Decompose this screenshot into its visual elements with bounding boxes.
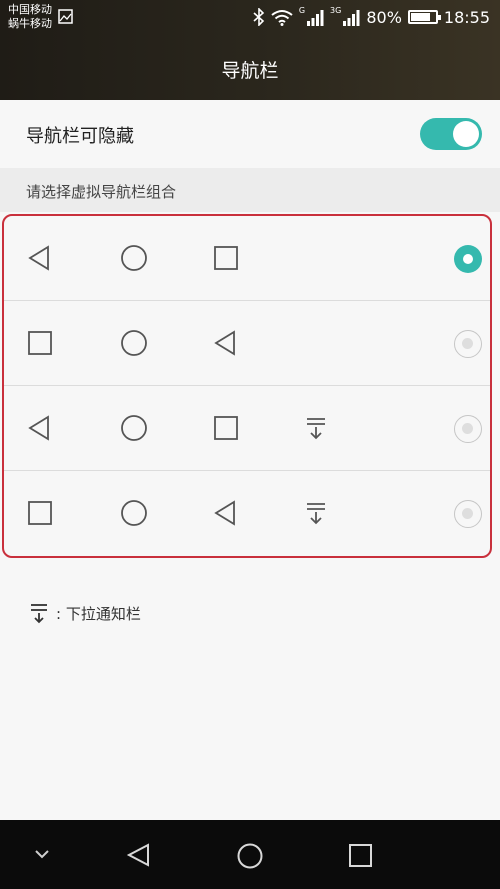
page-title: 导航栏 <box>221 60 279 82</box>
nav-combination-list <box>2 214 492 558</box>
hide-nav-chevron-icon[interactable] <box>34 848 50 860</box>
nav-back-icon[interactable] <box>126 842 152 868</box>
radio-unselected[interactable] <box>454 500 482 528</box>
signal-icon <box>343 9 360 26</box>
picture-icon <box>58 9 73 24</box>
notification-pull-icon <box>307 503 325 525</box>
back-icon <box>214 330 235 356</box>
switch-knob <box>453 121 479 147</box>
carrier-1: 中国移动 <box>8 3 52 16</box>
nav-recents-icon[interactable] <box>348 843 374 869</box>
back-icon <box>214 500 235 526</box>
nav-option-row[interactable] <box>4 301 490 386</box>
radio-selected[interactable] <box>454 245 482 273</box>
battery-fill <box>410 13 430 21</box>
notification-pull-icon <box>31 604 47 624</box>
clock: 18:55 <box>443 7 490 27</box>
nav-option-row[interactable] <box>4 386 490 471</box>
bluetooth-icon <box>253 8 264 26</box>
back-icon <box>28 415 49 441</box>
recents-icon <box>214 416 238 440</box>
section-header: 请选择虚拟导航栏组合 <box>0 168 500 212</box>
battery-icon <box>407 10 441 24</box>
home-icon <box>121 245 147 271</box>
notification-pull-icon <box>307 418 325 440</box>
section-title: 请选择虚拟导航栏组合 <box>26 183 177 201</box>
carrier-2: 蜗牛移动 <box>8 17 52 30</box>
status-icons: G 3G 80% 18:55 <box>253 6 490 28</box>
nav-home-icon[interactable] <box>236 842 264 870</box>
battery-percent: 80% <box>366 7 402 27</box>
legend-text: : 下拉通知栏 <box>56 604 141 623</box>
home-icon <box>121 330 147 356</box>
recents-icon <box>28 331 52 355</box>
system-navigation-bar <box>0 820 500 889</box>
legend-hint: : 下拉通知栏 <box>28 598 141 628</box>
top-bar: 中国移动 蜗牛移动 G 3G 80% 18:55 导航栏 <box>0 0 500 100</box>
nav-option-row[interactable] <box>4 471 490 557</box>
network-type-2: 3G <box>330 5 342 15</box>
hideable-nav-switch[interactable] <box>420 118 482 150</box>
nav-option-row[interactable] <box>4 216 490 301</box>
home-icon <box>121 500 147 526</box>
radio-unselected[interactable] <box>454 330 482 358</box>
home-icon <box>121 415 147 441</box>
carrier-info: 中国移动 蜗牛移动 <box>8 3 52 31</box>
network-type-1: G <box>298 5 306 15</box>
wifi-icon <box>271 9 293 26</box>
recents-icon <box>214 246 238 270</box>
radio-unselected[interactable] <box>454 415 482 443</box>
hideable-nav-label: 导航栏可隐藏 <box>26 126 134 147</box>
recents-icon <box>28 501 52 525</box>
back-icon <box>28 245 49 271</box>
signal-icon <box>307 9 324 26</box>
